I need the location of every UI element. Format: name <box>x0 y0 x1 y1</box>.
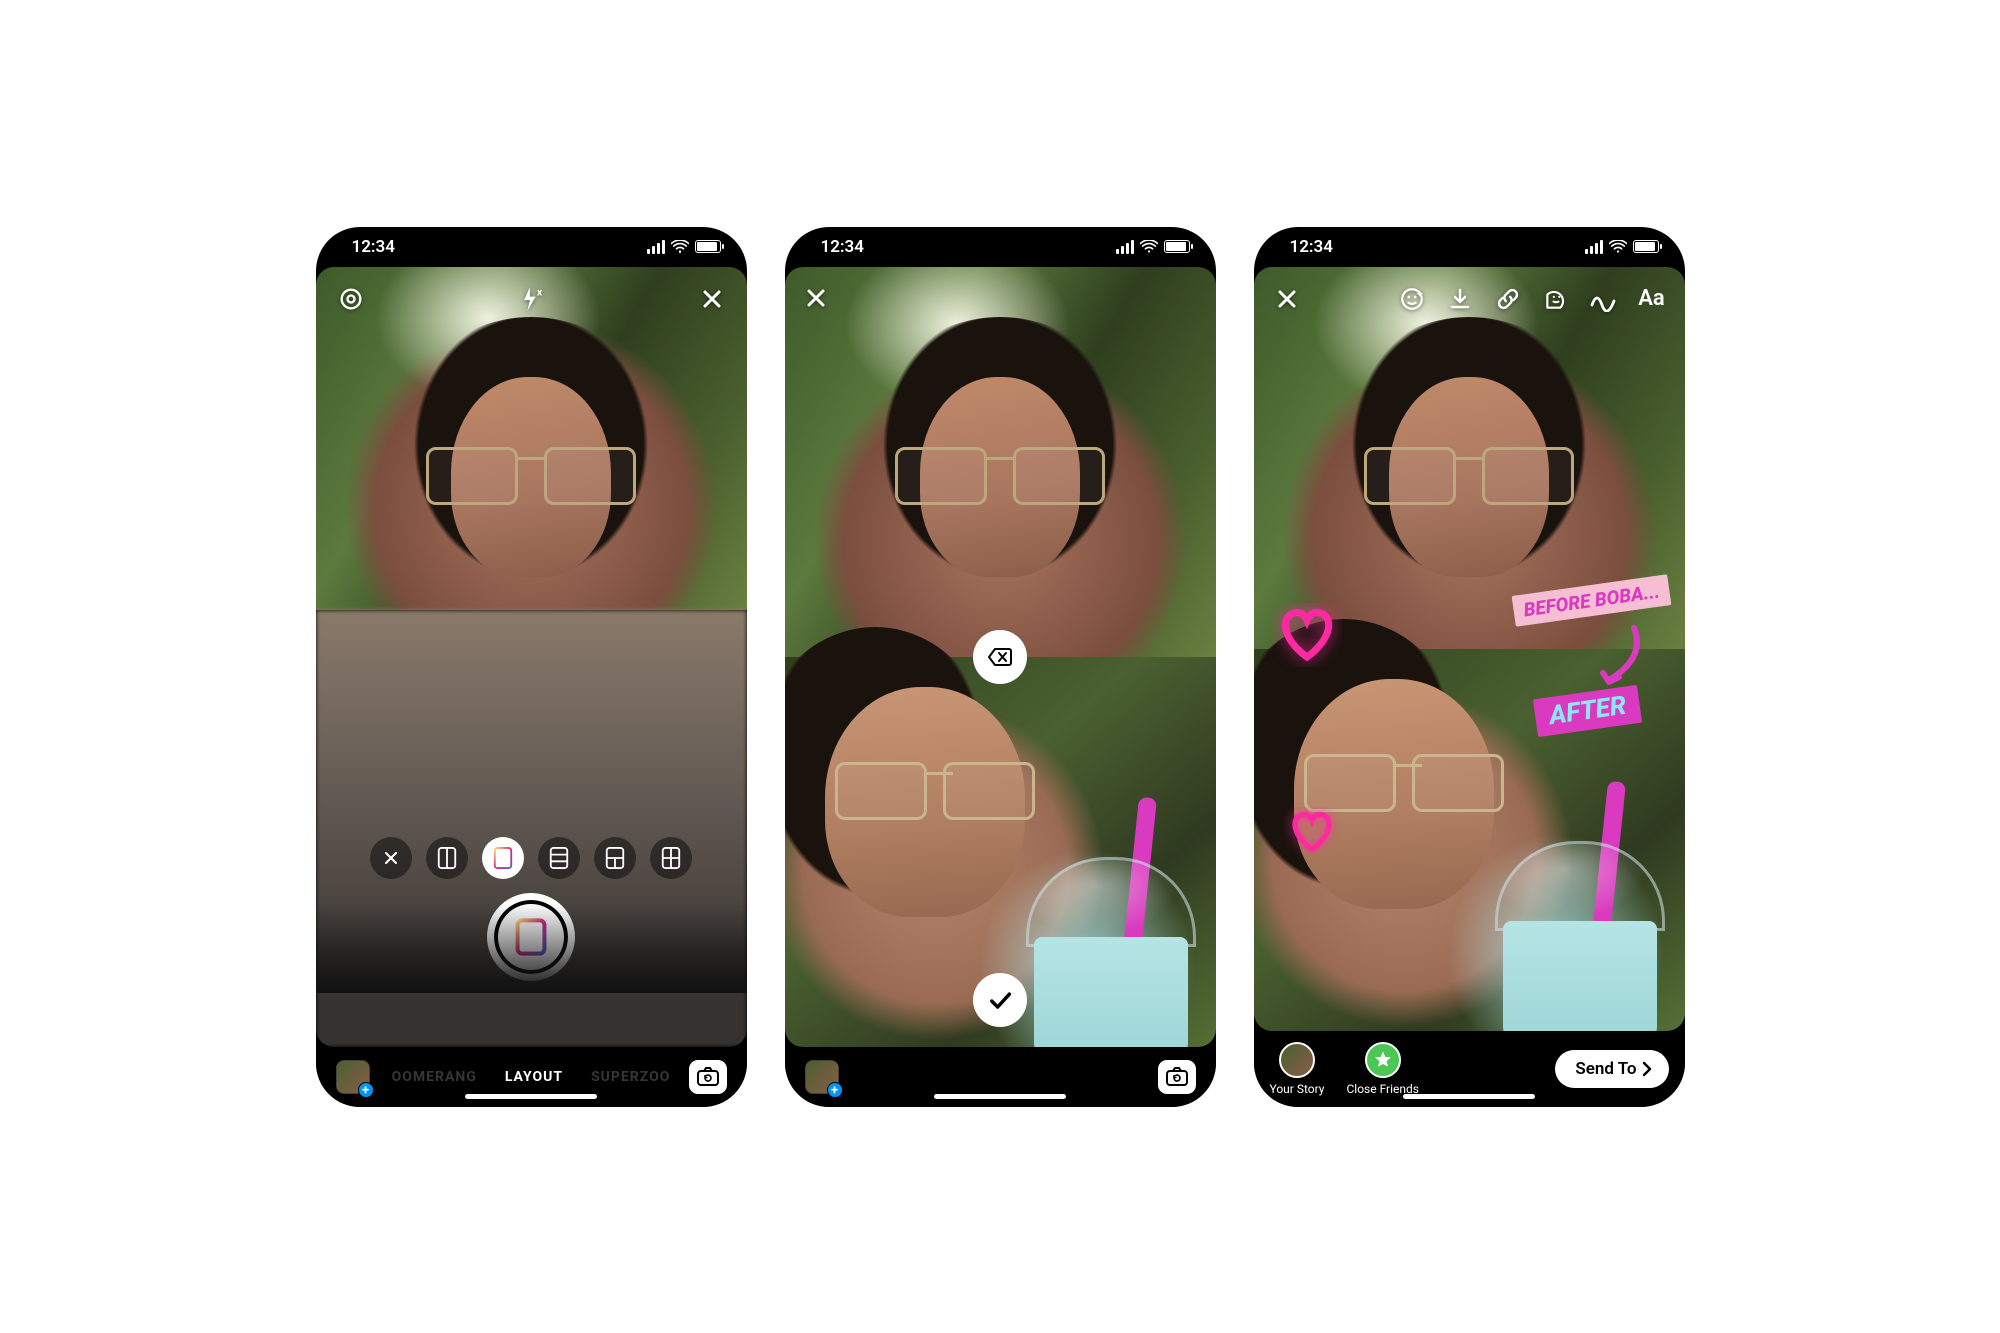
status-bar: 12:34 <box>1254 227 1685 267</box>
status-time: 12:34 <box>821 237 864 257</box>
download-icon[interactable] <box>1443 282 1477 316</box>
heart-sticker[interactable] <box>1284 807 1340 857</box>
story-editor-viewport[interactable]: Aa BEFORE BOBA... AFTER <box>1254 267 1685 1031</box>
close-icon[interactable] <box>1270 282 1304 316</box>
close-friends-icon <box>1365 1042 1401 1078</box>
layout-option-split[interactable] <box>594 837 636 879</box>
confirm-button[interactable] <box>973 973 1027 1027</box>
status-time: 12:34 <box>1290 237 1333 257</box>
battery-icon <box>695 240 721 253</box>
gallery-thumbnail[interactable]: + <box>805 1060 839 1094</box>
status-bar: 12:34 <box>316 227 747 267</box>
cellular-signal-icon <box>1116 240 1134 254</box>
layout-option-3row[interactable] <box>538 837 580 879</box>
text-tool-button[interactable]: Aa <box>1635 282 1669 316</box>
status-bar: 12:34 <box>785 227 1216 267</box>
phone-screen-3: 12:34 Aa BEFORE BOBA... <box>1254 227 1685 1107</box>
wifi-icon <box>1609 240 1627 254</box>
cellular-signal-icon <box>1585 240 1603 254</box>
story-editor-toolbar: Aa <box>1254 277 1685 321</box>
layout-options-row <box>316 837 747 879</box>
close-icon[interactable] <box>799 281 833 315</box>
add-from-gallery-icon: + <box>827 1082 843 1098</box>
mode-next[interactable]: SUPERZOO <box>591 1069 670 1085</box>
avatar <box>1279 1042 1315 1078</box>
your-story-label: Your Story <box>1270 1082 1325 1096</box>
send-to-button[interactable]: Send To <box>1555 1050 1668 1088</box>
layout-tile-top[interactable] <box>785 267 1216 657</box>
heart-sticker[interactable] <box>1272 603 1342 667</box>
layout-option-2col[interactable] <box>426 837 468 879</box>
gallery-thumbnail[interactable]: + <box>336 1060 370 1094</box>
battery-icon <box>1633 240 1659 253</box>
svg-text:x: x <box>537 285 543 298</box>
home-indicator[interactable] <box>465 1094 597 1099</box>
delete-last-button[interactable] <box>973 630 1027 684</box>
flip-camera-button[interactable] <box>1158 1060 1196 1094</box>
layout-option-grid4[interactable] <box>650 837 692 879</box>
settings-icon[interactable] <box>334 282 368 316</box>
status-indicators <box>1116 240 1190 254</box>
wifi-icon <box>1140 240 1158 254</box>
link-icon[interactable] <box>1491 282 1525 316</box>
home-indicator[interactable] <box>934 1094 1066 1099</box>
chevron-right-icon <box>1641 1061 1653 1077</box>
phone-screen-1: 12:34 x <box>316 227 747 1107</box>
send-to-label: Send To <box>1575 1059 1636 1079</box>
add-from-gallery-icon: + <box>358 1082 374 1098</box>
layout-option-clear[interactable] <box>370 837 412 879</box>
mode-current[interactable]: LAYOUT <box>505 1069 563 1085</box>
flip-camera-button[interactable] <box>689 1060 727 1094</box>
status-indicators <box>1585 240 1659 254</box>
face-effects-icon[interactable] <box>1395 282 1429 316</box>
your-story-button[interactable]: Your Story <box>1270 1042 1325 1096</box>
status-indicators <box>647 240 721 254</box>
close-friends-button[interactable]: Close Friends <box>1346 1042 1419 1096</box>
phone-screen-2: 12:34 + <box>785 227 1216 1107</box>
layout-option-2row-selected[interactable] <box>482 837 524 879</box>
layout-review-viewport <box>785 267 1216 1047</box>
camera-viewport: x <box>316 267 747 1047</box>
close-icon[interactable] <box>695 282 729 316</box>
sticker-icon[interactable] <box>1539 282 1573 316</box>
home-indicator[interactable] <box>1403 1094 1535 1099</box>
battery-icon <box>1164 240 1190 253</box>
flash-off-icon[interactable]: x <box>514 282 548 316</box>
mode-prev[interactable]: OOMERANG <box>392 1069 477 1085</box>
cellular-signal-icon <box>647 240 665 254</box>
draw-icon[interactable] <box>1587 282 1621 316</box>
wifi-icon <box>671 240 689 254</box>
status-time: 12:34 <box>352 237 395 257</box>
arrow-sticker[interactable] <box>1589 623 1649 693</box>
